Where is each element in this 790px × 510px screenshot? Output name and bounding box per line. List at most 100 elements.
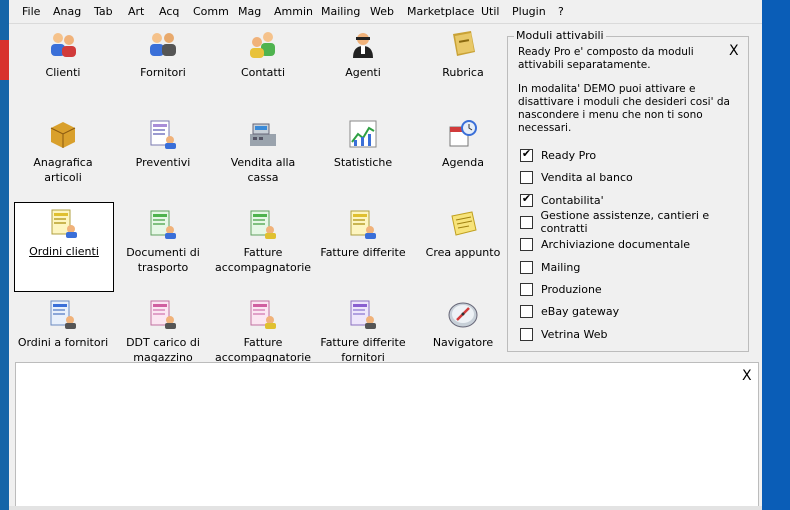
tile-ordini-clienti[interactable]: Ordini clienti bbox=[14, 202, 114, 292]
checkbox[interactable] bbox=[520, 237, 533, 251]
check-mark-icon: ✔ bbox=[521, 191, 532, 205]
tile-crea-appunto[interactable]: Crea appunto bbox=[414, 204, 502, 292]
menu-file[interactable]: File bbox=[22, 5, 40, 18]
tile-contatti[interactable]: Contatti bbox=[214, 24, 312, 112]
checkbox[interactable] bbox=[520, 215, 533, 229]
menu-ammin[interactable]: Ammin bbox=[274, 5, 313, 18]
menu-comm[interactable]: Comm bbox=[193, 5, 229, 18]
check-mark-icon: ✔ bbox=[521, 146, 532, 160]
module-label: eBay gateway bbox=[541, 304, 620, 318]
tile-rubrica[interactable]: Rubrica bbox=[414, 24, 502, 112]
tile-fatture-accompagnatorie[interactable]: Fatture accompagnatorie bbox=[214, 204, 312, 292]
app-window: File Anag Tab Art Acq Comm Mag Ammin Mai… bbox=[9, 0, 762, 510]
tile-statistiche[interactable]: Statistiche bbox=[314, 114, 412, 202]
tile-anagrafica-articoli[interactable]: Anagrafica articoli bbox=[14, 114, 112, 202]
tile-label: Rubrica bbox=[442, 66, 484, 79]
warehouse-doc-icon bbox=[150, 300, 176, 329]
module-checkbox-archiviazione-documentale[interactable]: Archiviazione documentale bbox=[520, 236, 690, 252]
tile-label: Fatture accompagnatorie bbox=[214, 336, 312, 364]
tile-label: Agenda bbox=[442, 156, 484, 169]
checkbox[interactable] bbox=[520, 282, 533, 296]
tile-label: Crea appunto bbox=[425, 246, 501, 259]
bottom-panel-close-icon[interactable]: X bbox=[742, 369, 752, 383]
menu-mailing[interactable]: Mailing bbox=[321, 5, 360, 18]
module-checkbox-contabilita[interactable]: ✔ Contabilita' bbox=[520, 192, 604, 208]
menu-art[interactable]: Art bbox=[128, 5, 144, 18]
module-checkbox-ebay-gateway[interactable]: eBay gateway bbox=[520, 303, 619, 319]
checkbox[interactable]: ✔ bbox=[520, 146, 533, 162]
tile-label: Clienti bbox=[45, 66, 81, 79]
deferred-invoice-icon bbox=[350, 210, 376, 239]
tile-agenti[interactable]: Agenti bbox=[314, 24, 412, 112]
modules-group-title: Moduli attivabili bbox=[514, 29, 606, 42]
module-checkbox-gestione-assistenze[interactable]: Gestione assistenze, cantieri e contratt… bbox=[520, 209, 750, 235]
checkbox[interactable] bbox=[520, 304, 533, 318]
status-bar bbox=[9, 506, 762, 510]
desktop-icon-fragment bbox=[0, 40, 9, 80]
tile-agenda[interactable]: Agenda bbox=[414, 114, 502, 202]
module-label: Vendita al banco bbox=[541, 170, 633, 184]
tile-label: Navigatore bbox=[432, 336, 494, 349]
tile-preventivi[interactable]: Preventivi bbox=[114, 114, 212, 202]
checkbox[interactable] bbox=[520, 170, 533, 184]
menu-util[interactable]: Util bbox=[481, 5, 499, 18]
checkbox[interactable]: ✔ bbox=[520, 191, 533, 207]
checkbox[interactable] bbox=[520, 327, 533, 341]
checkbox[interactable] bbox=[520, 260, 533, 274]
tile-fatture-differite[interactable]: Fatture differite bbox=[314, 204, 412, 292]
boxes-icon bbox=[50, 122, 76, 148]
tile-label: Documenti di trasporto bbox=[126, 246, 200, 274]
quote-doc-icon bbox=[150, 120, 176, 149]
module-label: Produzione bbox=[541, 282, 602, 296]
module-label: Mailing bbox=[541, 260, 581, 274]
menu-marketplace[interactable]: Marketplace bbox=[407, 5, 474, 18]
menu-web[interactable]: Web bbox=[370, 5, 394, 18]
module-checkbox-mailing[interactable]: Mailing bbox=[520, 259, 580, 275]
module-checkbox-ready-pro[interactable]: ✔ Ready Pro bbox=[520, 147, 596, 163]
menu-mag[interactable]: Mag bbox=[238, 5, 261, 18]
clients-icon bbox=[51, 33, 76, 57]
chart-icon bbox=[349, 120, 377, 148]
tile-label: Statistiche bbox=[333, 156, 393, 169]
note-icon bbox=[451, 211, 477, 236]
tile-ordini-a-fornitori[interactable]: Ordini a fornitori bbox=[14, 294, 112, 364]
module-label: Contabilita' bbox=[541, 193, 604, 207]
cash-register-icon bbox=[250, 123, 276, 146]
supplier-order-icon bbox=[50, 300, 76, 329]
tile-label: Preventivi bbox=[135, 156, 191, 169]
tile-documenti-di-trasporto[interactable]: Documenti di trasporto bbox=[114, 204, 212, 292]
tile-fatture-accompagnatorie-fornitori[interactable]: Fatture accompagnatorie bbox=[214, 294, 312, 364]
agent-icon bbox=[353, 33, 373, 58]
tile-vendita-alla-cassa[interactable]: Vendita alla cassa bbox=[214, 114, 312, 202]
tile-clienti[interactable]: Clienti bbox=[14, 24, 112, 112]
menu-anag[interactable]: Anag bbox=[53, 5, 81, 18]
bottom-panel: X bbox=[15, 362, 759, 508]
tile-label: Contatti bbox=[240, 66, 286, 79]
module-label: Archiviazione documentale bbox=[541, 237, 691, 251]
module-label: Gestione assistenze, cantieri e contratt… bbox=[540, 209, 710, 235]
tile-label: Fatture accompagnatorie bbox=[214, 246, 312, 274]
tile-label: DDT carico di magazzino bbox=[126, 336, 200, 364]
module-launcher-panel: Clienti Fornitori Contatti Agenti Rubric… bbox=[9, 24, 502, 364]
tile-label: Fatture differite bbox=[320, 246, 406, 259]
module-label: Vetrina Web bbox=[541, 327, 608, 341]
supplier-invoice-icon bbox=[350, 300, 376, 329]
menu-bar: File Anag Tab Art Acq Comm Mag Ammin Mai… bbox=[9, 0, 762, 24]
module-checkbox-vetrina-web[interactable]: Vetrina Web bbox=[520, 326, 608, 342]
menu-tab[interactable]: Tab bbox=[94, 5, 113, 18]
module-checkbox-produzione[interactable]: Produzione bbox=[520, 281, 602, 297]
menu-acq[interactable]: Acq bbox=[159, 5, 179, 18]
contacts-icon bbox=[250, 32, 275, 58]
tile-fatture-differite-fornitori[interactable]: Fatture differite fornitori bbox=[314, 294, 412, 364]
tile-label: Fatture differite fornitori bbox=[320, 336, 406, 364]
tile-fornitori[interactable]: Fornitori bbox=[114, 24, 212, 112]
menu-help[interactable]: ? bbox=[558, 5, 564, 18]
compass-icon bbox=[448, 302, 478, 328]
menu-plugin[interactable]: Plugin bbox=[512, 5, 546, 18]
tile-ddt-carico-di-magazzino[interactable]: DDT carico di magazzino bbox=[114, 294, 212, 364]
modules-demo-info-text: In modalita' DEMO puoi attivare e disatt… bbox=[518, 83, 730, 134]
address-book-icon bbox=[453, 31, 475, 56]
module-checkbox-vendita-al-banco[interactable]: Vendita al banco bbox=[520, 169, 633, 185]
module-label: Ready Pro bbox=[541, 148, 597, 162]
tile-navigatore[interactable]: Navigatore bbox=[414, 294, 502, 364]
